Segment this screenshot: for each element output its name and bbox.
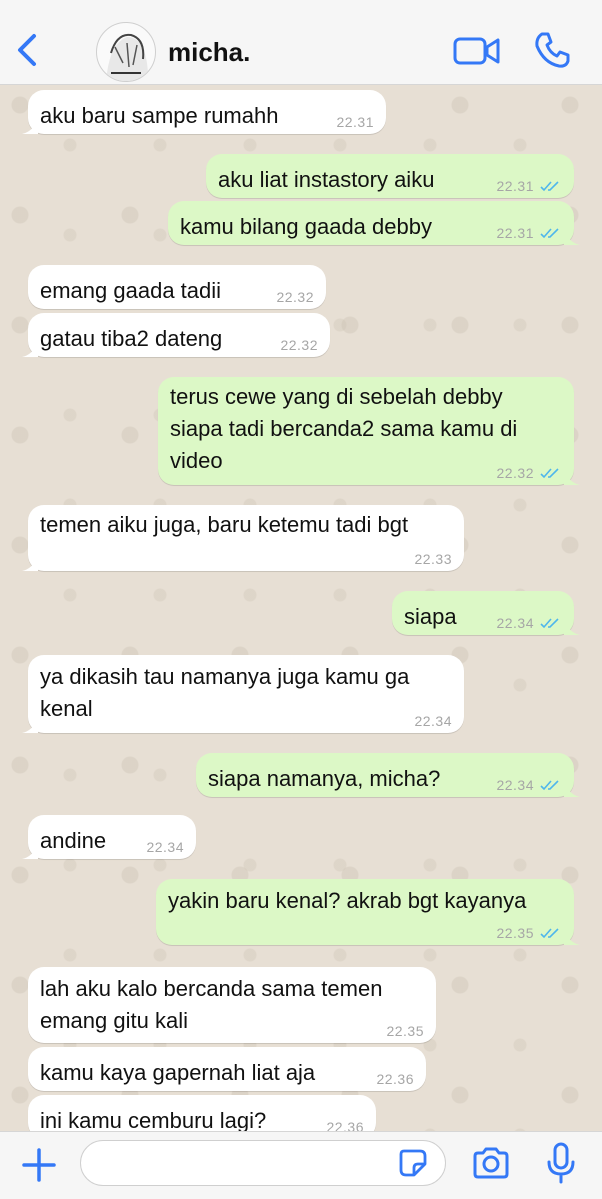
message-text: yakin baru kenal? akrab bgt kayanya [168, 888, 527, 913]
read-receipt-icon [540, 181, 559, 192]
message-text: aku baru sampe rumahh [40, 103, 279, 128]
message-text: kamu kaya gapernah liat aja [40, 1060, 316, 1085]
message-bubble-incoming[interactable]: gatau tiba2 dateng 22.32 [22, 313, 330, 357]
message-time: 22.35 [386, 1023, 424, 1039]
message-text-line: ya dikasih tau namanya juga kamu ga [40, 664, 410, 689]
message-text: kamu bilang gaada debby [180, 214, 432, 239]
message-time: 22.36 [376, 1071, 414, 1087]
bubble-tail [564, 621, 580, 635]
microphone-icon[interactable] [546, 1142, 576, 1184]
back-chevron-icon[interactable] [8, 30, 48, 70]
video-call-icon[interactable] [452, 34, 502, 68]
message-text-line: emang gitu kali [40, 1008, 188, 1033]
message-text: siapa [404, 604, 457, 629]
bubble-tail [564, 471, 580, 485]
contact-avatar[interactable] [96, 22, 156, 82]
message-time: 22.34 [496, 615, 534, 631]
message-bubble-outgoing[interactable]: kamu bilang gaada debby 22.31 [168, 201, 580, 245]
message-text: emang gaada tadii [40, 278, 222, 303]
bubble-tail [22, 557, 38, 571]
message-text-line: lah aku kalo bercanda sama temen [40, 976, 383, 1001]
message-bubble-incoming[interactable]: ya dikasih tau namanya juga kamu ga kena… [22, 655, 464, 733]
message-bubble-outgoing[interactable]: siapa namanya, micha? 22.34 [196, 753, 580, 797]
message-time: 22.33 [414, 551, 452, 567]
message-time: 22.36 [326, 1119, 364, 1131]
bubble-tail [22, 719, 38, 733]
bubble-tail [564, 931, 580, 945]
message-bubble-incoming[interactable]: emang gaada tadii 22.32 [28, 265, 326, 309]
bubble-tail [22, 120, 38, 134]
message-bubble-outgoing[interactable]: siapa 22.34 [392, 591, 580, 635]
message-text: gatau tiba2 dateng [40, 326, 223, 351]
message-input[interactable] [80, 1140, 446, 1186]
message-time: 22.31 [496, 178, 534, 194]
message-time: 22.34 [146, 839, 184, 855]
message-bubble-incoming[interactable]: temen aiku juga, baru ketemu tadi bgt 22… [22, 505, 464, 571]
bubble-tail [22, 343, 38, 357]
message-text-line: terus cewe yang di sebelah debby [170, 384, 503, 409]
chat-header: micha. [0, 0, 602, 85]
phone-icon[interactable] [532, 30, 572, 70]
message-bubble-outgoing[interactable]: aku liat instastory aiku 22.31 [206, 154, 574, 198]
message-text: temen aiku juga, baru ketemu tadi bgt [40, 512, 409, 537]
message-bubble-incoming[interactable]: andine 22.34 [22, 815, 196, 859]
message-time: 22.34 [414, 713, 452, 729]
message-bubble-incoming[interactable]: kamu kaya gapernah liat aja 22.36 [28, 1047, 426, 1091]
read-receipt-icon [540, 780, 559, 791]
read-receipt-icon [540, 468, 559, 479]
message-text-line: kenal [40, 696, 93, 721]
message-time: 22.31 [496, 225, 534, 241]
bubble-tail [22, 845, 38, 859]
message-list[interactable]: aku baru sampe rumahh 22.31 aku liat ins… [0, 85, 602, 1131]
read-receipt-icon [540, 228, 559, 239]
message-time: 22.32 [280, 337, 318, 353]
bubble-tail [564, 783, 580, 797]
message-text: siapa namanya, micha? [208, 766, 441, 791]
message-text: ini kamu cemburu lagi? [40, 1108, 267, 1131]
contact-name[interactable]: micha. [168, 37, 250, 68]
sticker-icon[interactable] [398, 1148, 428, 1178]
camera-icon[interactable] [472, 1146, 510, 1180]
message-time: 22.35 [496, 925, 534, 941]
bubble-tail [564, 231, 580, 245]
message-bubble-outgoing[interactable]: terus cewe yang di sebelah debby siapa t… [158, 377, 580, 485]
message-text-line: siapa tadi bercanda2 sama kamu di [170, 416, 518, 441]
composer-bar [0, 1131, 602, 1199]
message-bubble-incoming[interactable]: aku baru sampe rumahh 22.31 [22, 90, 386, 134]
message-bubble-outgoing[interactable]: yakin baru kenal? akrab bgt kayanya 22.3… [156, 879, 580, 945]
read-receipt-icon [540, 928, 559, 939]
message-text: aku liat instastory aiku [218, 167, 435, 192]
message-bubble-incoming[interactable]: lah aku kalo bercanda sama temen emang g… [28, 967, 436, 1043]
message-time: 22.32 [276, 289, 314, 305]
message-text: andine [40, 828, 107, 853]
message-time: 22.32 [496, 465, 534, 481]
message-time: 22.31 [336, 114, 374, 130]
plus-icon[interactable] [20, 1146, 58, 1184]
message-text-line: video [170, 448, 223, 473]
message-time: 22.34 [496, 777, 534, 793]
read-receipt-icon [540, 618, 559, 629]
message-bubble-incoming[interactable]: ini kamu cemburu lagi? 22.36 [28, 1095, 376, 1131]
